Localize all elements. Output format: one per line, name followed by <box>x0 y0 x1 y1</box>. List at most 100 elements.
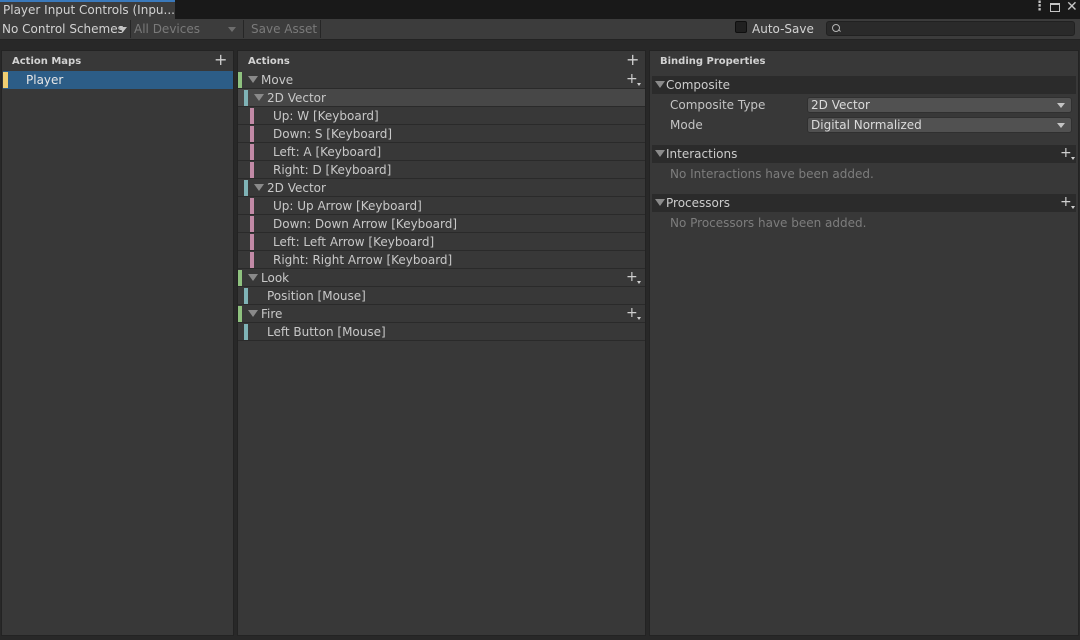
row-color-bar <box>238 270 242 286</box>
add-action-icon[interactable]: + <box>626 52 639 68</box>
processors-empty-text: No Processors have been added. <box>670 216 867 230</box>
devices-dropdown[interactable]: All Devices <box>131 20 241 39</box>
row-color-bar <box>244 324 248 340</box>
save-asset-button[interactable]: Save Asset <box>244 20 320 39</box>
row-label: Left: Left Arrow [Keyboard] <box>273 235 435 249</box>
binding-part-row[interactable]: Right: D [Keyboard] <box>238 161 645 179</box>
composite-header-label: Composite <box>666 78 731 92</box>
action-row[interactable]: Look + <box>238 269 645 287</box>
row-color-bar <box>250 162 254 178</box>
row-label: Down: S [Keyboard] <box>273 127 393 141</box>
interactions-section-header[interactable]: Interactions + <box>652 145 1076 163</box>
row-label: Down: Down Arrow [Keyboard] <box>273 217 458 231</box>
row-label: Left Button [Mouse] <box>267 325 386 339</box>
action-maps-panel: Action Maps + Player <box>1 50 234 636</box>
actions-tree: Move +2D Vector Up: W [Keyboard] Down: S [K… <box>238 71 645 631</box>
binding-row[interactable]: Position [Mouse] <box>238 287 645 305</box>
row-color-bar <box>250 126 254 142</box>
expand-triangle-icon[interactable] <box>254 94 264 101</box>
mode-value: Digital Normalized <box>811 118 922 132</box>
composite-row[interactable]: 2D Vector <box>238 89 645 107</box>
actions-panel: Actions + Move +2D Vector Up: W [Keyboard]… <box>237 50 646 636</box>
processors-section-header[interactable]: Processors + <box>652 194 1076 212</box>
row-color-bar <box>244 180 248 196</box>
expand-triangle-icon <box>655 81 665 88</box>
auto-save-label: Auto-Save <box>752 22 814 36</box>
binding-part-row[interactable]: Left: A [Keyboard] <box>238 143 645 161</box>
add-action-map-icon[interactable]: + <box>214 52 227 68</box>
toolbar-divider <box>320 20 321 38</box>
control-schemes-dropdown[interactable]: No Control Schemes <box>0 20 129 39</box>
row-label: Look <box>261 271 290 285</box>
window-tab-title: Player Input Controls (Inpu... <box>3 3 175 17</box>
search-input[interactable] <box>826 21 1075 36</box>
add-interaction-icon[interactable]: + <box>1060 145 1072 161</box>
mode-label: Mode <box>670 118 703 132</box>
close-icon[interactable]: ✕ <box>1066 0 1078 14</box>
actions-title: Actions <box>248 56 290 67</box>
row-label: Up: W [Keyboard] <box>273 109 379 123</box>
row-color-bar <box>250 108 254 124</box>
row-color-bar <box>250 198 254 214</box>
row-label: Right: D [Keyboard] <box>273 163 392 177</box>
row-color-bar <box>244 90 248 106</box>
binding-properties-title: Binding Properties <box>660 56 766 67</box>
composite-section-header[interactable]: Composite <box>652 76 1076 94</box>
control-schemes-label: No Control Schemes <box>2 22 124 36</box>
row-color-bar <box>250 216 254 232</box>
add-binding-icon[interactable]: + <box>626 269 638 285</box>
add-processor-icon[interactable]: + <box>1060 194 1072 210</box>
add-binding-icon[interactable]: + <box>626 305 638 321</box>
window-tab[interactable]: Player Input Controls (Inpu... <box>0 0 175 19</box>
row-color-bar <box>250 252 254 268</box>
binding-part-row[interactable]: Right: Right Arrow [Keyboard] <box>238 251 645 269</box>
expand-triangle-icon <box>655 199 665 206</box>
auto-save-checkbox[interactable] <box>735 21 747 33</box>
action-row[interactable]: Move + <box>238 71 645 89</box>
maximize-icon[interactable] <box>1050 3 1060 12</box>
chevron-down-icon <box>228 27 236 32</box>
binding-part-row[interactable]: Up: W [Keyboard] <box>238 107 645 125</box>
action-map-label: Player <box>26 73 64 87</box>
interactions-empty-text: No Interactions have been added. <box>670 167 874 181</box>
action-map-item-player[interactable]: Player <box>3 71 233 89</box>
binding-row[interactable]: Left Button [Mouse] <box>238 323 645 341</box>
binding-part-row[interactable]: Down: S [Keyboard] <box>238 125 645 143</box>
chevron-down-icon <box>1057 103 1065 108</box>
composite-row[interactable]: 2D Vector <box>238 179 645 197</box>
composite-type-label: Composite Type <box>670 98 766 112</box>
expand-triangle-icon[interactable] <box>248 76 258 83</box>
action-row[interactable]: Fire + <box>238 305 645 323</box>
add-binding-icon[interactable]: + <box>626 71 638 87</box>
save-asset-label: Save Asset <box>251 22 318 36</box>
binding-part-row[interactable]: Left: Left Arrow [Keyboard] <box>238 233 645 251</box>
row-color-bar <box>250 234 254 250</box>
interactions-header-label: Interactions <box>666 147 738 161</box>
binding-properties-panel: Binding Properties Composite Composite T… <box>649 50 1079 636</box>
binding-part-row[interactable]: Up: Up Arrow [Keyboard] <box>238 197 645 215</box>
binding-part-row[interactable]: Down: Down Arrow [Keyboard] <box>238 215 645 233</box>
mode-dropdown[interactable]: Digital Normalized <box>807 117 1072 133</box>
search-icon-handle <box>838 29 841 32</box>
row-label: 2D Vector <box>267 91 326 105</box>
row-color-bar <box>238 72 242 88</box>
expand-triangle-icon[interactable] <box>254 184 264 191</box>
expand-triangle-icon[interactable] <box>248 310 258 317</box>
row-label: Fire <box>261 307 283 321</box>
row-color-bar <box>238 306 242 322</box>
row-label: Position [Mouse] <box>267 289 366 303</box>
row-label: Up: Up Arrow [Keyboard] <box>273 199 422 213</box>
kebab-menu-icon[interactable]: ⋮ <box>1033 0 1046 14</box>
composite-type-dropdown[interactable]: 2D Vector <box>807 97 1072 113</box>
expand-triangle-icon <box>655 150 665 157</box>
chevron-down-icon <box>1057 123 1065 128</box>
expand-triangle-icon[interactable] <box>248 274 258 281</box>
row-color-bar <box>250 144 254 160</box>
chevron-down-icon <box>119 27 127 32</box>
row-label: Move <box>261 73 294 87</box>
row-color-bar <box>244 288 248 304</box>
processors-header-label: Processors <box>666 196 731 210</box>
action-maps-title: Action Maps <box>12 56 82 67</box>
row-label: 2D Vector <box>267 181 326 195</box>
composite-type-value: 2D Vector <box>811 98 870 112</box>
